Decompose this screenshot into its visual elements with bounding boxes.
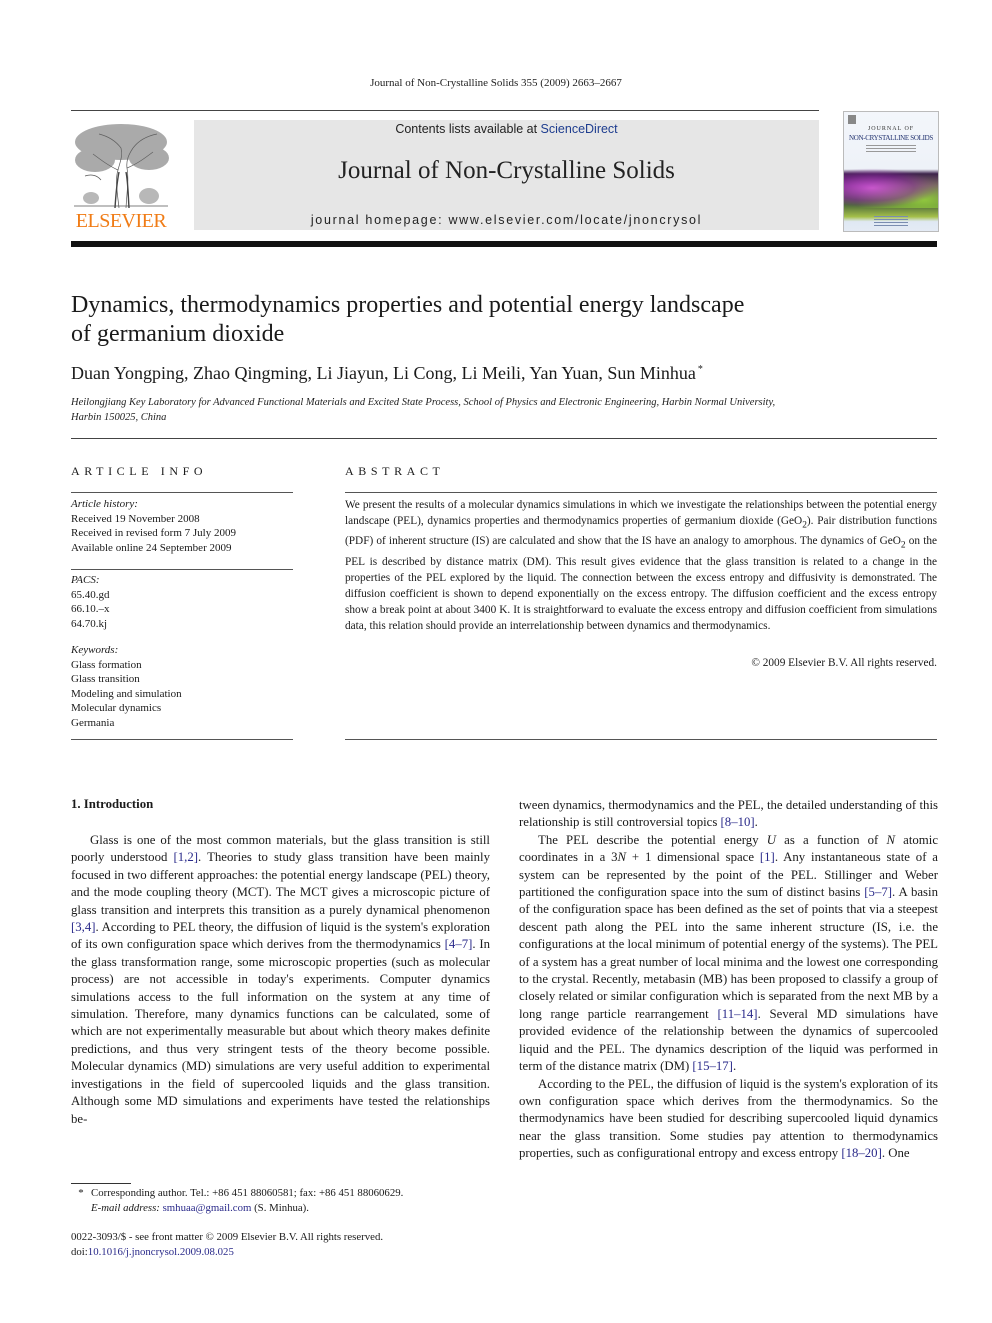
doi-link[interactable]: 10.1016/j.jnoncrysol.2009.08.025	[88, 1246, 234, 1258]
math-symbol: N	[886, 832, 896, 847]
citation-link[interactable]: [3,4]	[71, 920, 96, 934]
article-info-rule	[71, 739, 293, 740]
abstract-part: on the PEL is described by distance matr…	[345, 535, 937, 632]
pacs-item: 64.70.kj	[71, 617, 108, 630]
journal-banner: Contents lists available at ScienceDirec…	[194, 120, 819, 230]
contents-prefix: Contents lists available at	[395, 122, 541, 136]
journal-name: Journal of Non-Crystalline Solids	[338, 157, 675, 184]
affiliation-line-2: Harbin 150025, China	[71, 412, 167, 423]
abstract-copyright: © 2009 Elsevier B.V. All rights reserved…	[751, 657, 937, 669]
email-suffix: (S. Minhua).	[251, 1201, 309, 1214]
history-received: Received 19 November 2008	[71, 512, 200, 525]
footnote-contact: Corresponding author. Tel.: +86 451 8806…	[91, 1187, 404, 1199]
history-online: Available online 24 September 2009	[71, 541, 232, 554]
pacs-label: PACS:	[71, 574, 100, 586]
body-column-right: tween dynamics, thermodynamics and the P…	[519, 797, 938, 1163]
email-link[interactable]: smhuaa@gmail.com	[163, 1202, 252, 1214]
footnote-mark: *	[78, 1187, 84, 1199]
math-symbol: N	[617, 850, 627, 865]
keywords-label: Keywords:	[71, 644, 119, 656]
article-info-rule	[71, 569, 293, 570]
pacs-item: 66.10.–x	[71, 603, 110, 615]
pacs-codes: PACS: 65.40.gd 66.10.–x 64.70.kj	[71, 573, 293, 631]
email-label: E-mail address:	[91, 1201, 160, 1214]
abstract-heading: ABSTRACT	[345, 464, 445, 478]
history-revised: Received in revised form 7 July 2009	[71, 527, 236, 539]
math-symbol: U	[766, 832, 777, 847]
front-matter: 0022-3093/$ - see front matter © 2009 El…	[71, 1230, 501, 1259]
citation-link[interactable]: [4–7]	[445, 937, 473, 951]
citation-link[interactable]: [11–14]	[718, 1007, 758, 1021]
journal-homepage-link[interactable]: journal homepage: www.elsevier.com/locat…	[194, 213, 819, 227]
paragraph: tween dynamics, thermodynamics and the P…	[519, 798, 938, 830]
title-line-1: Dynamics, thermodynamics properties and …	[71, 292, 745, 318]
citation-link[interactable]: [5–7]	[864, 885, 892, 899]
publisher-logo[interactable]: ELSEVIER	[71, 120, 171, 232]
title-rule	[71, 438, 937, 439]
paragraph: According to the PEL, the diffusion of l…	[519, 1076, 938, 1161]
authors-text: Duan Yongping, Zhao Qingming, Li Jiayun,…	[71, 363, 696, 383]
running-head: Journal of Non-Crystalline Solids 355 (2…	[370, 77, 622, 89]
masthead-rule	[71, 241, 937, 247]
keyword-item: Molecular dynamics	[71, 702, 162, 714]
body-column-left: Glass is one of the most common material…	[71, 832, 490, 1128]
header-rule	[71, 110, 819, 111]
footnote-rule	[71, 1183, 131, 1184]
history-label: Article history:	[71, 498, 138, 510]
abstract-rule	[345, 739, 937, 740]
cover-editor-lines	[866, 145, 916, 153]
doi-prefix: doi:	[71, 1245, 88, 1258]
citation-link[interactable]: [1,2]	[173, 850, 198, 864]
keywords: Keywords: Glass formation Glass transiti…	[71, 643, 293, 730]
elsevier-tree-icon	[74, 124, 169, 209]
article-info-heading: ARTICLE INFO	[71, 464, 208, 478]
keyword-item: Glass formation	[71, 658, 142, 671]
journal-cover[interactable]: JOURNAL OF NON-CRYSTALLINE SOLIDS	[843, 111, 939, 232]
corresponding-footnote: * Corresponding author. Tel.: +86 451 880…	[71, 1186, 501, 1215]
cover-title-line2: NON-CRYSTALLINE SOLIDS	[848, 134, 934, 142]
keyword-item: Glass transition	[71, 673, 140, 685]
cover-footer-lines	[874, 216, 908, 226]
cover-publisher-icon	[848, 115, 856, 124]
pacs-item: 65.40.gd	[71, 588, 110, 601]
paper-title: Dynamics, thermodynamics properties and …	[71, 291, 891, 349]
title-line-2: of germanium dioxide	[71, 321, 285, 347]
citation-link[interactable]: [15–17]	[692, 1059, 733, 1073]
sciencedirect-link[interactable]: ScienceDirect	[541, 122, 618, 136]
keyword-item: Modeling and simulation	[71, 687, 182, 700]
affiliation: Heilongjiang Key Laboratory for Advanced…	[71, 395, 871, 425]
article-history: Article history: Received 19 November 20…	[71, 497, 293, 555]
section-heading: 1. Introduction	[71, 797, 154, 811]
issn-line: 0022-3093/$ - see front matter © 2009 El…	[71, 1231, 384, 1243]
keyword-item: Germania	[71, 716, 115, 729]
cover-title-line1: JOURNAL OF	[867, 126, 915, 132]
citation-link[interactable]: [18–20]	[841, 1146, 882, 1160]
contents-line: Contents lists available at ScienceDirec…	[194, 122, 819, 136]
affiliation-line-1: Heilongjiang Key Laboratory for Advanced…	[71, 397, 776, 408]
paragraph: The PEL describe the potential energy U …	[519, 832, 938, 1074]
abstract-rule	[345, 492, 937, 493]
abstract-text: We present the results of a molecular dy…	[345, 497, 937, 634]
corresponding-author-mark[interactable]: *	[698, 364, 703, 375]
citation-link[interactable]: [8–10]	[721, 815, 755, 829]
cover-image	[844, 168, 938, 208]
publisher-name: ELSEVIER	[75, 210, 167, 232]
paragraph: Glass is one of the most common material…	[71, 833, 490, 1126]
citation-link[interactable]: [1]	[760, 850, 775, 864]
author-list: Duan Yongping, Zhao Qingming, Li Jiayun,…	[71, 363, 703, 384]
article-info-rule	[71, 492, 293, 493]
